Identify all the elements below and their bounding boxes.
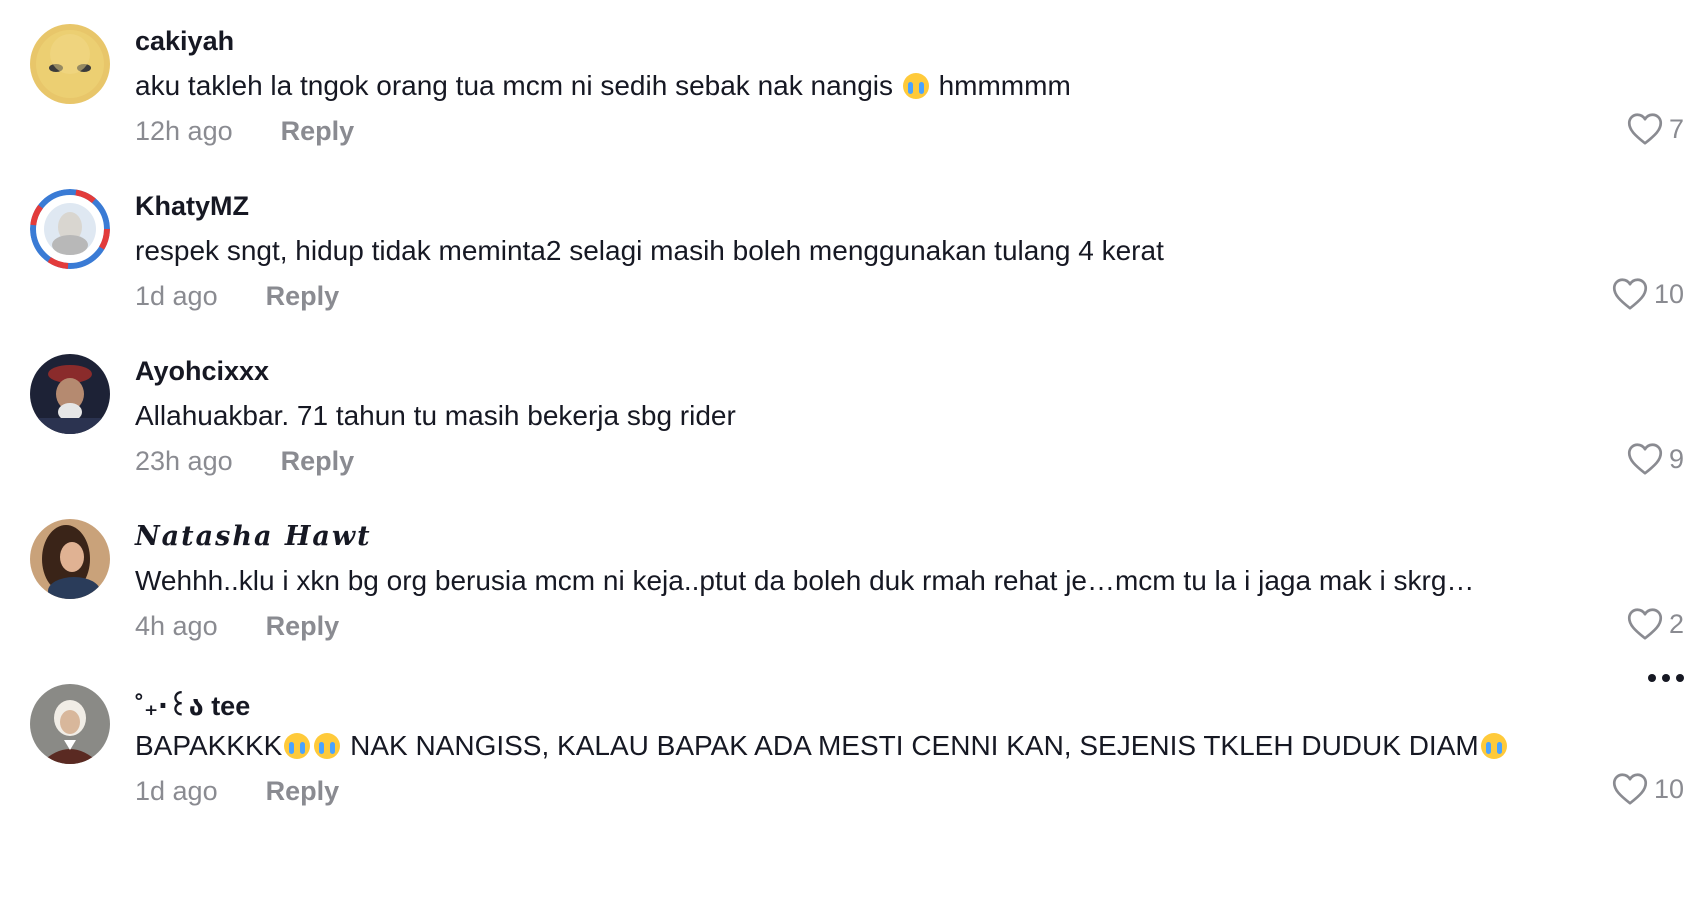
comment-time: 12h ago bbox=[135, 116, 233, 146]
comment-username[interactable]: Natasha Hawt bbox=[135, 521, 372, 552]
like-button[interactable]: 2 bbox=[1627, 607, 1684, 641]
comment-username[interactable]: Ayohcixxx bbox=[135, 356, 269, 387]
comment-meta: 12h ago Reply bbox=[135, 116, 354, 147]
like-count: 2 bbox=[1668, 608, 1684, 639]
crying-emoji-icon bbox=[284, 733, 311, 759]
comment-text-part: NAK NANGISS, KALAU BAPAK ADA MESTI CENNI… bbox=[342, 730, 1479, 761]
like-count: 10 bbox=[1653, 278, 1684, 309]
comment-username[interactable]: ˚₊‧꒰ა tee bbox=[135, 686, 250, 722]
comment-text: respek sngt, hidup tidak meminta2 selagi… bbox=[135, 235, 1164, 266]
like-button[interactable]: 9 bbox=[1627, 442, 1684, 476]
comment-time: 4h ago bbox=[135, 611, 218, 641]
comment-time: 1d ago bbox=[135, 776, 218, 806]
reply-button[interactable]: Reply bbox=[266, 281, 340, 312]
comment-meta: 23h ago Reply bbox=[135, 446, 354, 477]
comment-meta: 1d ago Reply bbox=[135, 776, 339, 807]
like-count: 9 bbox=[1668, 443, 1684, 474]
more-options-icon[interactable] bbox=[1648, 674, 1684, 682]
comment-meta: 1d ago Reply bbox=[135, 281, 339, 312]
like-button[interactable]: 7 bbox=[1627, 112, 1684, 146]
heart-outline-icon bbox=[1627, 443, 1663, 475]
comment-meta: 4h ago Reply bbox=[135, 611, 339, 642]
comment-item: KhatyMZ respek sngt, hidup tidak meminta… bbox=[0, 165, 1708, 330]
comment-item: ˚₊‧꒰ა tee BAPAKKKK NAK NANGISS, KALAU BA… bbox=[0, 660, 1708, 825]
heart-outline-icon bbox=[1612, 773, 1648, 805]
comment-item: cakiyah aku takleh la tngok orang tua mc… bbox=[0, 0, 1708, 165]
crying-emoji-icon bbox=[902, 73, 929, 99]
crying-emoji-icon bbox=[314, 733, 341, 759]
comment-username[interactable]: KhatyMZ bbox=[135, 191, 249, 222]
heart-outline-icon bbox=[1627, 113, 1663, 145]
avatar[interactable] bbox=[30, 519, 110, 599]
like-count: 10 bbox=[1653, 773, 1684, 804]
comment-text-part: BAPAKKKK bbox=[135, 730, 283, 761]
heart-outline-icon bbox=[1627, 608, 1663, 640]
avatar[interactable] bbox=[30, 24, 110, 104]
comment-text: Allahuakbar. 71 tahun tu masih bekerja s… bbox=[135, 400, 736, 431]
comment-text: BAPAKKKK NAK NANGISS, KALAU BAPAK ADA ME… bbox=[135, 730, 1509, 762]
reply-button[interactable]: Reply bbox=[281, 116, 355, 147]
like-count: 7 bbox=[1668, 113, 1684, 144]
reply-button[interactable]: Reply bbox=[266, 776, 340, 807]
comment-item: Ayohcixxx Allahuakbar. 71 tahun tu masih… bbox=[0, 330, 1708, 495]
comment-time: 1d ago bbox=[135, 281, 218, 311]
avatar[interactable] bbox=[30, 684, 110, 764]
reply-button[interactable]: Reply bbox=[266, 611, 340, 642]
reply-button[interactable]: Reply bbox=[281, 446, 355, 477]
comment-text: aku takleh la tngok orang tua mcm ni sed… bbox=[135, 70, 1071, 102]
comment-text: Wehhh..klu i xkn bg org berusia mcm ni k… bbox=[135, 565, 1475, 596]
avatar[interactable] bbox=[30, 354, 110, 434]
comment-time: 23h ago bbox=[135, 446, 233, 476]
comment-text-part: aku takleh la tngok orang tua mcm ni sed… bbox=[135, 70, 901, 101]
avatar[interactable] bbox=[30, 189, 110, 269]
like-button[interactable]: 10 bbox=[1612, 772, 1684, 806]
comment-username[interactable]: cakiyah bbox=[135, 26, 234, 57]
like-button[interactable]: 10 bbox=[1612, 277, 1684, 311]
comment-text-part: hmmmmm bbox=[930, 70, 1071, 101]
crying-emoji-icon bbox=[1480, 733, 1507, 759]
comment-item: Natasha Hawt Wehhh..klu i xkn bg org ber… bbox=[0, 495, 1708, 660]
heart-outline-icon bbox=[1612, 278, 1648, 310]
